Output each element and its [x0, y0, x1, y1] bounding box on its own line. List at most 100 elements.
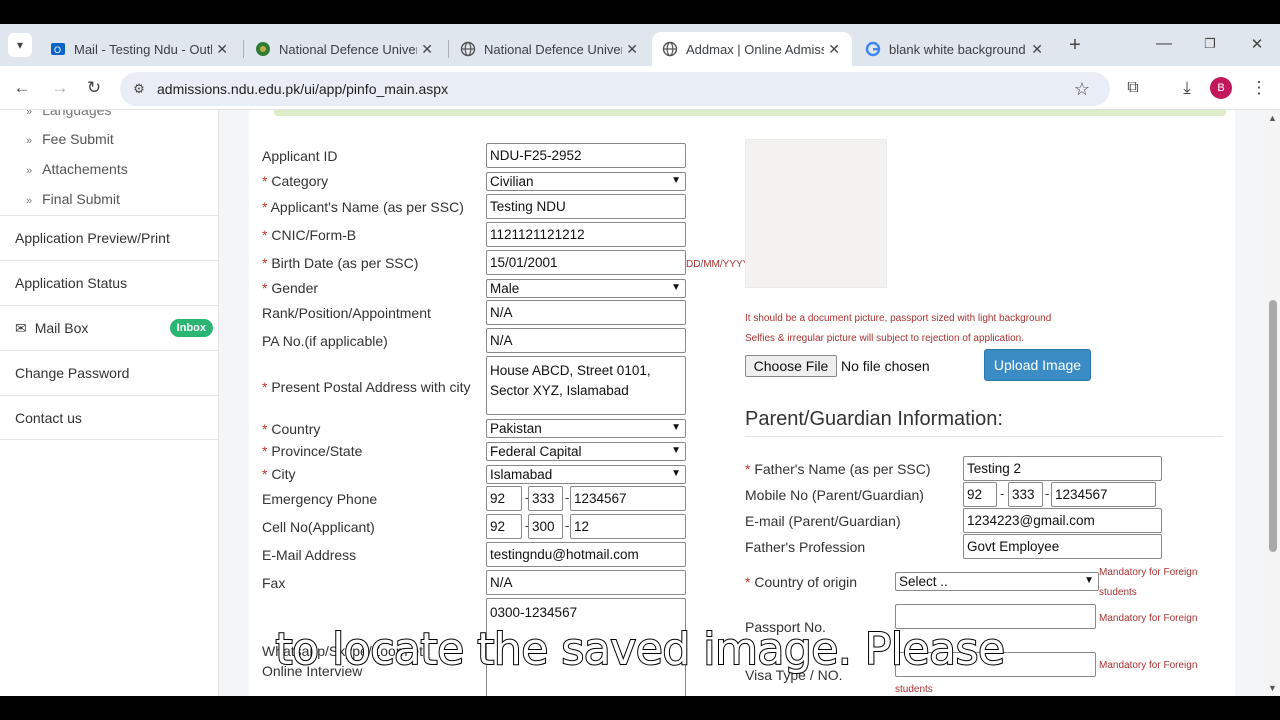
chevron-down-icon: ▼: [671, 282, 681, 293]
category-select[interactable]: Civilian ▼: [486, 172, 686, 191]
tab-title: Mail - Testing Ndu - Outl: [74, 41, 212, 57]
screen: ▾ O Mail - Testing Ndu - Outl ✕ National…: [0, 0, 1280, 720]
pa-no-field[interactable]: N/A: [486, 328, 686, 353]
emergency-number[interactable]: 1234567: [570, 486, 686, 511]
scroll-up-icon[interactable]: ▲: [1268, 113, 1277, 123]
guardian-prefix[interactable]: 333: [1008, 482, 1043, 507]
close-icon[interactable]: ✕: [421, 41, 433, 58]
fax-field[interactable]: N/A: [486, 570, 686, 595]
father-profession-field[interactable]: Govt Employee: [963, 534, 1162, 559]
guardian-email-field[interactable]: 1234223@gmail.com: [963, 508, 1162, 533]
no-file-text: No file chosen: [841, 358, 930, 374]
applicant-id-field[interactable]: NDU-F25-2952: [486, 143, 686, 168]
province-select[interactable]: Federal Capital ▼: [486, 442, 686, 461]
rank-field[interactable]: N/A: [486, 300, 686, 325]
photo-warning: Selfies & irregular picture will subject…: [745, 333, 1025, 344]
sidebar-sub-item-fee-submit[interactable]: » Fee Submit: [26, 131, 114, 147]
address-textarea[interactable]: House ABCD, Street 0101, Sector XYZ, Isl…: [486, 356, 686, 415]
browser-tab-active[interactable]: Addmax | Online Admissi ✕: [652, 32, 852, 66]
applicant-name-label: * Applicant's Name (as per SSC): [262, 199, 464, 215]
chevron-right-icon: »: [26, 195, 33, 207]
birth-date-field[interactable]: 15/01/2001: [486, 250, 686, 275]
envelope-icon: ✉: [15, 319, 27, 336]
category-label: * Category: [262, 173, 329, 189]
browser-tab[interactable]: O Mail - Testing Ndu - Outl ✕: [40, 32, 240, 66]
fax-label: Fax: [262, 575, 286, 591]
country-label: * Country: [262, 421, 321, 437]
gender-select[interactable]: Male ▼: [486, 279, 686, 298]
close-icon[interactable]: ✕: [1031, 41, 1043, 58]
outlook-icon: O: [50, 41, 66, 57]
chevron-down-icon: ▼: [671, 422, 681, 433]
scroll-down-icon[interactable]: ▼: [1268, 683, 1277, 693]
dash-separator: -: [1045, 486, 1050, 501]
close-icon[interactable]: ✕: [828, 41, 840, 58]
reload-icon[interactable]: ↻: [82, 76, 106, 100]
upload-image-button[interactable]: Upload Image: [984, 349, 1091, 381]
menu-kebab-icon[interactable]: ⋮: [1247, 76, 1271, 100]
browser-tab[interactable]: National Defence Univers ✕: [245, 32, 445, 66]
guardian-number[interactable]: 1234567: [1051, 482, 1156, 507]
chevron-right-icon: »: [26, 135, 33, 147]
sidebar-item-application-status[interactable]: Application Status: [0, 260, 219, 305]
address-bar[interactable]: ⚙ admissions.ndu.edu.pk/ui/app/pinfo_mai…: [120, 72, 1110, 106]
rank-label: Rank/Position/Appointment: [262, 305, 431, 321]
sidebar-sub-item-attachements[interactable]: » Attachements: [26, 161, 128, 177]
new-tab-icon[interactable]: +: [1063, 33, 1087, 57]
download-icon[interactable]: ⤓: [1175, 76, 1199, 100]
ndu-logo-icon: [255, 41, 271, 57]
cell-country-code[interactable]: 92: [486, 514, 522, 539]
country-select[interactable]: Pakistan ▼: [486, 419, 686, 438]
forward-icon[interactable]: →: [48, 76, 72, 100]
bookmark-star-icon[interactable]: ☆: [1070, 77, 1094, 101]
page-scrollbar[interactable]: ▲ ▼: [1265, 110, 1280, 696]
father-name-label: * Father's Name (as per SSC): [745, 461, 931, 477]
email-field[interactable]: testingndu@hotmail.com: [486, 542, 686, 567]
site-info-icon[interactable]: ⚙: [127, 77, 151, 101]
extensions-icon[interactable]: ⧉: [1121, 76, 1145, 100]
country-origin-select[interactable]: Select .. ▼: [895, 572, 1099, 591]
dash-separator: -: [565, 518, 570, 533]
emergency-country-code[interactable]: 92: [486, 486, 522, 511]
chevron-right-icon: »: [26, 165, 33, 177]
guardian-country-code[interactable]: 92: [963, 482, 997, 507]
close-icon[interactable]: ✕: [216, 41, 228, 58]
sidebar-item-contact-us[interactable]: Contact us: [0, 395, 219, 440]
chevron-down-icon: ▼: [671, 468, 681, 479]
restore-icon[interactable]: ❐: [1198, 32, 1222, 56]
applicant-photo-placeholder: [745, 139, 887, 288]
close-icon[interactable]: ✕: [626, 41, 638, 58]
cell-prefix[interactable]: 300: [528, 514, 563, 539]
guardian-mobile-label: Mobile No (Parent/Guardian): [745, 487, 924, 503]
profile-avatar[interactable]: B: [1210, 77, 1232, 99]
window-close-icon[interactable]: ✕: [1245, 32, 1269, 56]
sidebar-sub-item-final-submit[interactable]: » Final Submit: [26, 191, 120, 207]
chevron-down-icon: ▼: [1084, 575, 1094, 586]
tab-search-icon[interactable]: ▾: [8, 33, 32, 57]
browser-tab[interactable]: National Defence Univers ✕: [450, 32, 650, 66]
birth-date-label: * Birth Date (as per SSC): [262, 255, 419, 271]
back-icon[interactable]: ←: [10, 76, 34, 100]
choose-file-button[interactable]: Choose File: [745, 355, 837, 377]
cnic-field[interactable]: 1121121121212: [486, 222, 686, 247]
cell-number[interactable]: 12: [570, 514, 686, 539]
sidebar-item-application-preview[interactable]: Application Preview/Print: [0, 215, 219, 260]
dash-separator: -: [1000, 486, 1005, 501]
browser-tab[interactable]: blank white background ✕: [855, 32, 1055, 66]
mandatory-note: Mandatory for Foreign students: [1099, 567, 1198, 598]
minimize-icon[interactable]: —: [1152, 32, 1176, 56]
applicant-name-field[interactable]: Testing NDU: [486, 194, 686, 219]
scrollbar-thumb[interactable]: [1269, 300, 1277, 552]
tab-divider: [243, 40, 244, 58]
video-subtitle: to locate the saved image. Please: [274, 623, 1006, 676]
father-name-field[interactable]: Testing 2: [963, 456, 1162, 481]
sidebar-item-mail-box[interactable]: ✉ Mail Box Inbox: [0, 305, 219, 350]
country-origin-label: * Country of origin: [745, 574, 858, 590]
emergency-prefix[interactable]: 333: [528, 486, 563, 511]
globe-icon: [460, 41, 476, 57]
sidebar-sub-item-languages[interactable]: » Languages: [26, 110, 111, 118]
email-label: E-Mail Address: [262, 547, 357, 563]
svg-text:O: O: [54, 45, 61, 55]
city-select[interactable]: Islamabad ▼: [486, 465, 686, 484]
sidebar-item-change-password[interactable]: Change Password: [0, 350, 219, 395]
